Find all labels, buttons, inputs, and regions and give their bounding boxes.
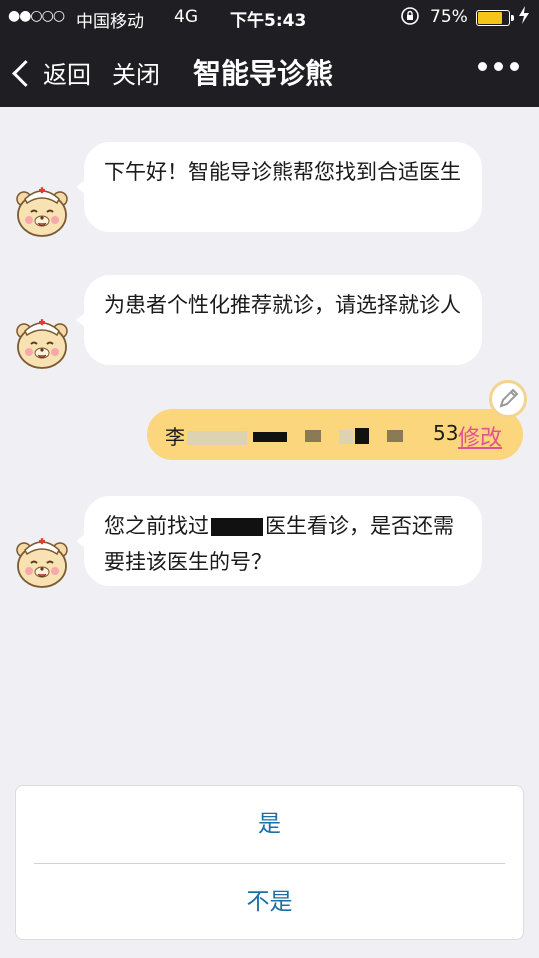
bot-message: 下午好！智能导诊熊帮您找到合适医生 [76,142,482,232]
patient-name: 李 [165,425,185,449]
battery-icon [476,10,514,26]
redaction-mark [253,432,287,442]
battery-fill [478,12,502,24]
back-label: 返回 [43,61,91,89]
nav-bar: 返回 关闭 智能导诊熊 [0,40,539,102]
bot-message-text: 下午好！智能导诊熊帮您找到合适医生 [104,160,461,184]
user-message-patient: 李 53 修改 [147,409,523,460]
carrier-name: 中国移动 [76,12,144,32]
status-bar: ●●○○○ 中国移动 4G 下午5:43 75% [0,0,539,36]
option-sheet: 是 不是 [15,785,524,940]
bear-avatar-icon [12,311,72,371]
redaction-mark [187,431,247,445]
bot-message-text-before: 您之前找过 [104,514,209,538]
page-title: 智能导诊熊 [193,57,334,90]
signal-strength: ●●○○○ [8,8,65,24]
pencil-icon[interactable] [489,380,527,418]
redaction-mark [355,428,369,444]
top-bar: ●●○○○ 中国移动 4G 下午5:43 75% 返回 关闭 智能导诊熊 [0,0,539,107]
bot-message: 您之前找过 医生看诊，是否还需要挂该医生的号？ [76,496,482,586]
close-button[interactable]: 关闭 [112,55,160,90]
ellipsis-icon[interactable] [478,62,519,71]
clock: 下午5:43 [230,11,307,31]
redaction-mark [211,518,263,536]
orientation-lock-icon [400,6,420,30]
bot-message-text: 为患者个性化推荐就诊，请选择就诊人 [104,293,461,317]
back-button[interactable]: 返回 [12,55,91,90]
bolt-icon [518,5,530,29]
redaction-mark [387,430,403,442]
bear-avatar-icon [12,530,72,590]
network-type: 4G [174,7,198,27]
battery-percent: 75% [430,7,468,27]
no-button[interactable]: 不是 [16,864,523,940]
yes-button[interactable]: 是 [16,786,523,862]
redaction-mark [305,430,321,442]
bot-message: 为患者个性化推荐就诊，请选择就诊人 [76,275,482,365]
bear-avatar-icon [12,179,72,239]
chevron-left-icon [12,59,39,87]
redaction-mark [339,430,353,444]
edit-patient-link[interactable]: 修改 [458,420,502,452]
patient-id-tail: 53 [433,421,459,445]
